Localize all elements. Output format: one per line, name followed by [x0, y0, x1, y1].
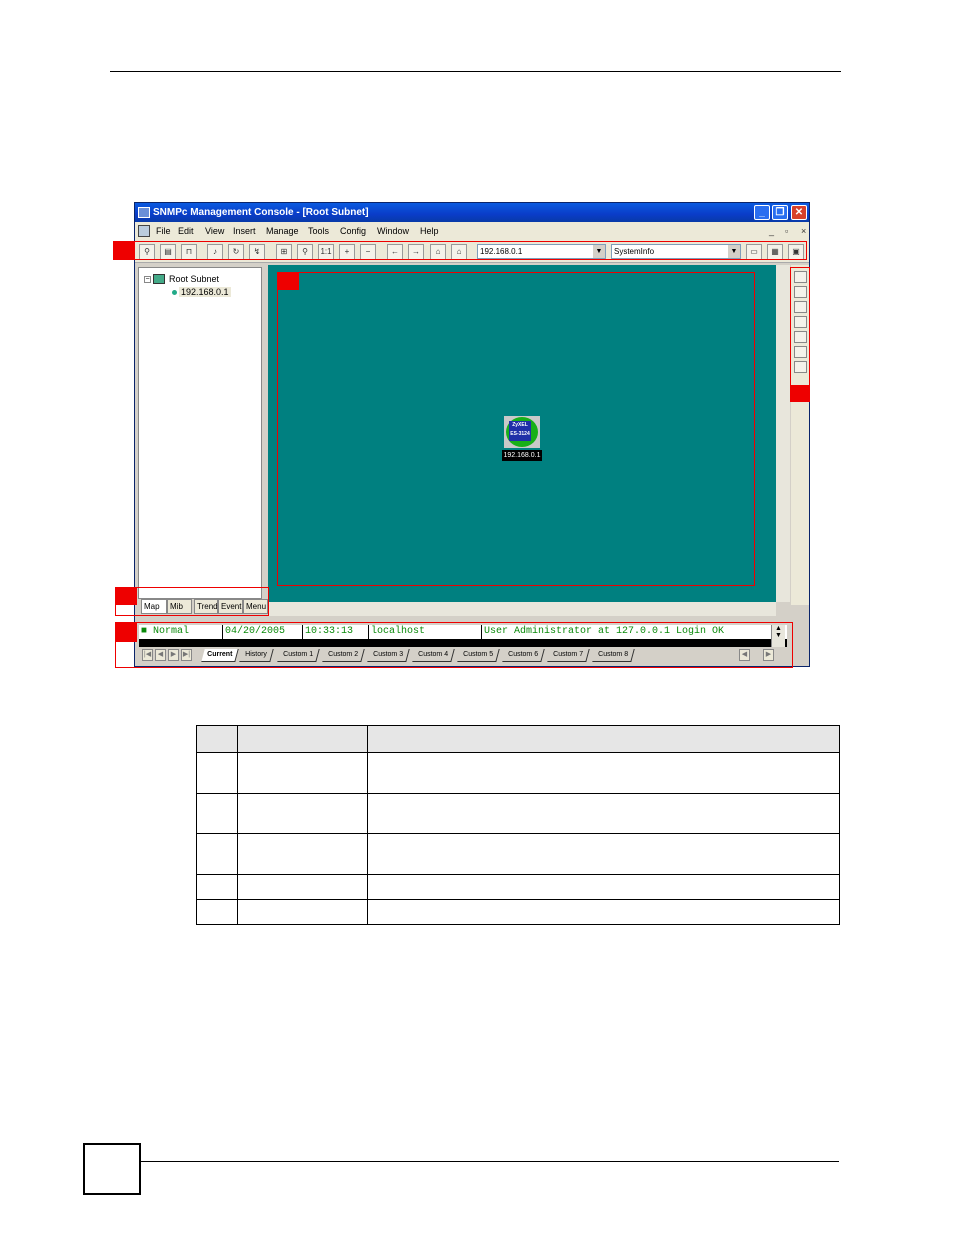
table-row	[196, 874, 840, 900]
table-cell	[367, 833, 840, 875]
callout-view-toolbar-marker	[790, 385, 810, 402]
callout-toolbar-box	[134, 241, 807, 260]
mdi-restore-button[interactable]: ▫	[785, 222, 788, 241]
footer-rule	[140, 1161, 839, 1162]
app-icon	[138, 207, 150, 218]
table-row	[196, 793, 840, 834]
device-status-icon	[172, 290, 177, 295]
table-cell	[367, 752, 840, 794]
header-rule	[110, 71, 841, 72]
table-row	[196, 899, 840, 925]
table-header-row	[196, 725, 840, 753]
menu-file[interactable]: File	[156, 222, 171, 241]
title-bar: SNMPc Management Console - [Root Subnet]…	[135, 203, 809, 222]
callout-log-marker	[115, 622, 137, 642]
table-cell	[367, 793, 840, 834]
table-header-cell	[237, 725, 368, 753]
menu-help[interactable]: Help	[420, 222, 439, 241]
table-cell	[237, 793, 368, 834]
document-icon	[138, 225, 150, 237]
table-cell	[196, 752, 238, 794]
table-cell	[237, 752, 368, 794]
page-number-box	[83, 1143, 141, 1195]
table-cell	[367, 899, 840, 925]
maximize-button[interactable]: ❐	[772, 205, 788, 220]
close-button[interactable]: ✕	[791, 205, 807, 220]
map-vertical-scrollbar[interactable]	[776, 265, 790, 602]
window-title: SNMPc Management Console - [Root Subnet]	[153, 207, 369, 218]
callout-tabs-box	[115, 587, 269, 616]
table-cell	[367, 874, 840, 900]
table-cell	[237, 874, 368, 900]
collapse-icon[interactable]: −	[144, 276, 151, 283]
tree-device-item[interactable]: 192.168.0.1	[179, 287, 231, 297]
callout-view-toolbar-box	[790, 267, 810, 402]
tree-root-subnet[interactable]: Root Subnet	[169, 274, 219, 284]
menu-tools[interactable]: Tools	[308, 222, 329, 241]
table-cell	[196, 833, 238, 875]
table-row	[196, 752, 840, 794]
menu-edit[interactable]: Edit	[178, 222, 194, 241]
table-cell	[196, 874, 238, 900]
minimize-button[interactable]: _	[754, 205, 770, 220]
table-cell	[237, 899, 368, 925]
menu-insert[interactable]: Insert	[233, 222, 256, 241]
table-cell	[237, 833, 368, 875]
selection-tree: − Root Subnet 192.168.0.1	[138, 267, 262, 599]
menu-manage[interactable]: Manage	[266, 222, 299, 241]
mdi-close-button[interactable]: ×	[801, 222, 806, 241]
table-header-cell	[196, 725, 238, 753]
subnet-icon	[153, 274, 165, 284]
reference-table	[196, 725, 840, 925]
callout-log-box	[115, 622, 793, 668]
table-cell	[196, 899, 238, 925]
map-horizontal-scrollbar[interactable]	[268, 602, 776, 616]
callout-toolbar-marker	[113, 241, 134, 260]
menu-config[interactable]: Config	[340, 222, 366, 241]
table-row	[196, 833, 840, 875]
table-header-cell	[367, 725, 840, 753]
menu-view[interactable]: View	[205, 222, 224, 241]
callout-map-marker	[277, 272, 299, 290]
menu-bar: File Edit View Insert Manage Tools Confi…	[135, 222, 809, 241]
table-cell	[196, 793, 238, 834]
callout-tabs-marker	[115, 587, 137, 605]
callout-map-box	[277, 272, 755, 586]
mdi-minimize-button[interactable]: _	[769, 222, 774, 241]
menu-window[interactable]: Window	[377, 222, 409, 241]
